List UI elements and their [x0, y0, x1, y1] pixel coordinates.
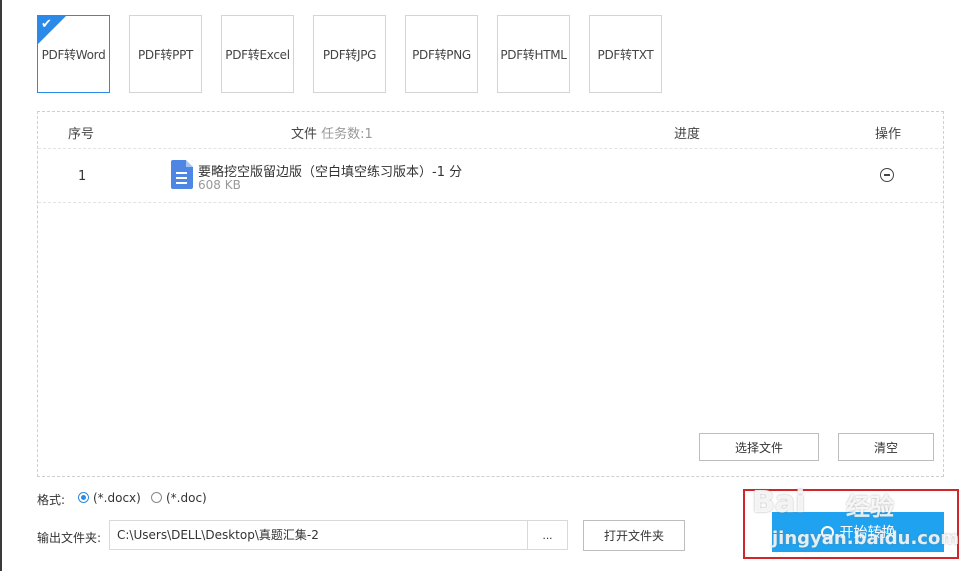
file-size: 608 KB: [198, 178, 241, 192]
convert-icon: [820, 525, 834, 539]
col-progress-header: 进度: [674, 127, 701, 142]
tab-pdf-to-ppt[interactable]: PDF转PPT: [129, 15, 202, 93]
col-action-header: 操作: [875, 127, 902, 142]
select-file-button[interactable]: 选择文件: [699, 433, 819, 461]
word-doc-icon: [171, 160, 193, 189]
window-left-edge: [0, 0, 2, 571]
format-docx-label[interactable]: (*.docx): [93, 491, 141, 505]
tab-label: PDF转JPG: [322, 47, 377, 62]
col-file-header: 文件 任务数:1: [291, 123, 373, 142]
tab-label: PDF转Word: [41, 47, 106, 62]
clear-button[interactable]: 清空: [838, 433, 934, 461]
header-divider: [38, 148, 943, 149]
browse-folder-button[interactable]: ...: [527, 520, 568, 550]
open-folder-button[interactable]: 打开文件夹: [583, 520, 685, 551]
col-file-label: 文件: [291, 127, 318, 142]
tab-label: PDF转HTML: [500, 47, 567, 62]
output-path-field[interactable]: C:\Users\DELL\Desktop\真题汇集-2: [109, 520, 527, 550]
row-index: 1: [78, 169, 87, 184]
tab-label: PDF转TXT: [597, 47, 654, 62]
check-icon: ✔: [41, 17, 52, 32]
tab-pdf-to-jpg[interactable]: PDF转JPG: [313, 15, 386, 93]
tab-label: PDF转PNG: [412, 47, 471, 62]
remove-file-icon[interactable]: [880, 168, 894, 182]
format-doc-label[interactable]: (*.doc): [166, 491, 207, 505]
tab-pdf-to-excel[interactable]: PDF转Excel: [221, 15, 294, 93]
tab-label: PDF转Excel: [225, 47, 290, 62]
tab-label: PDF转PPT: [137, 47, 194, 62]
tab-pdf-to-txt[interactable]: PDF转TXT: [589, 15, 662, 93]
output-folder-label: 输出文件夹:: [37, 531, 102, 545]
start-convert-button[interactable]: 开始转换: [772, 512, 944, 552]
start-convert-label: 开始转换: [839, 525, 896, 541]
tab-pdf-to-word[interactable]: ✔ PDF转Word: [37, 15, 110, 93]
task-count: 任务数:1: [321, 127, 373, 142]
file-table: 序号 文件 任务数:1 进度 操作 1 要略挖空版留边版（空白填空练习版本）-1…: [37, 111, 944, 477]
format-doc-radio[interactable]: [151, 492, 162, 503]
tab-pdf-to-html[interactable]: PDF转HTML: [497, 15, 570, 93]
col-index-header: 序号: [68, 127, 95, 142]
format-docx-radio[interactable]: [78, 492, 89, 503]
format-label: 格式:: [37, 493, 66, 507]
tab-pdf-to-png[interactable]: PDF转PNG: [405, 15, 478, 93]
row-divider: [38, 202, 943, 203]
